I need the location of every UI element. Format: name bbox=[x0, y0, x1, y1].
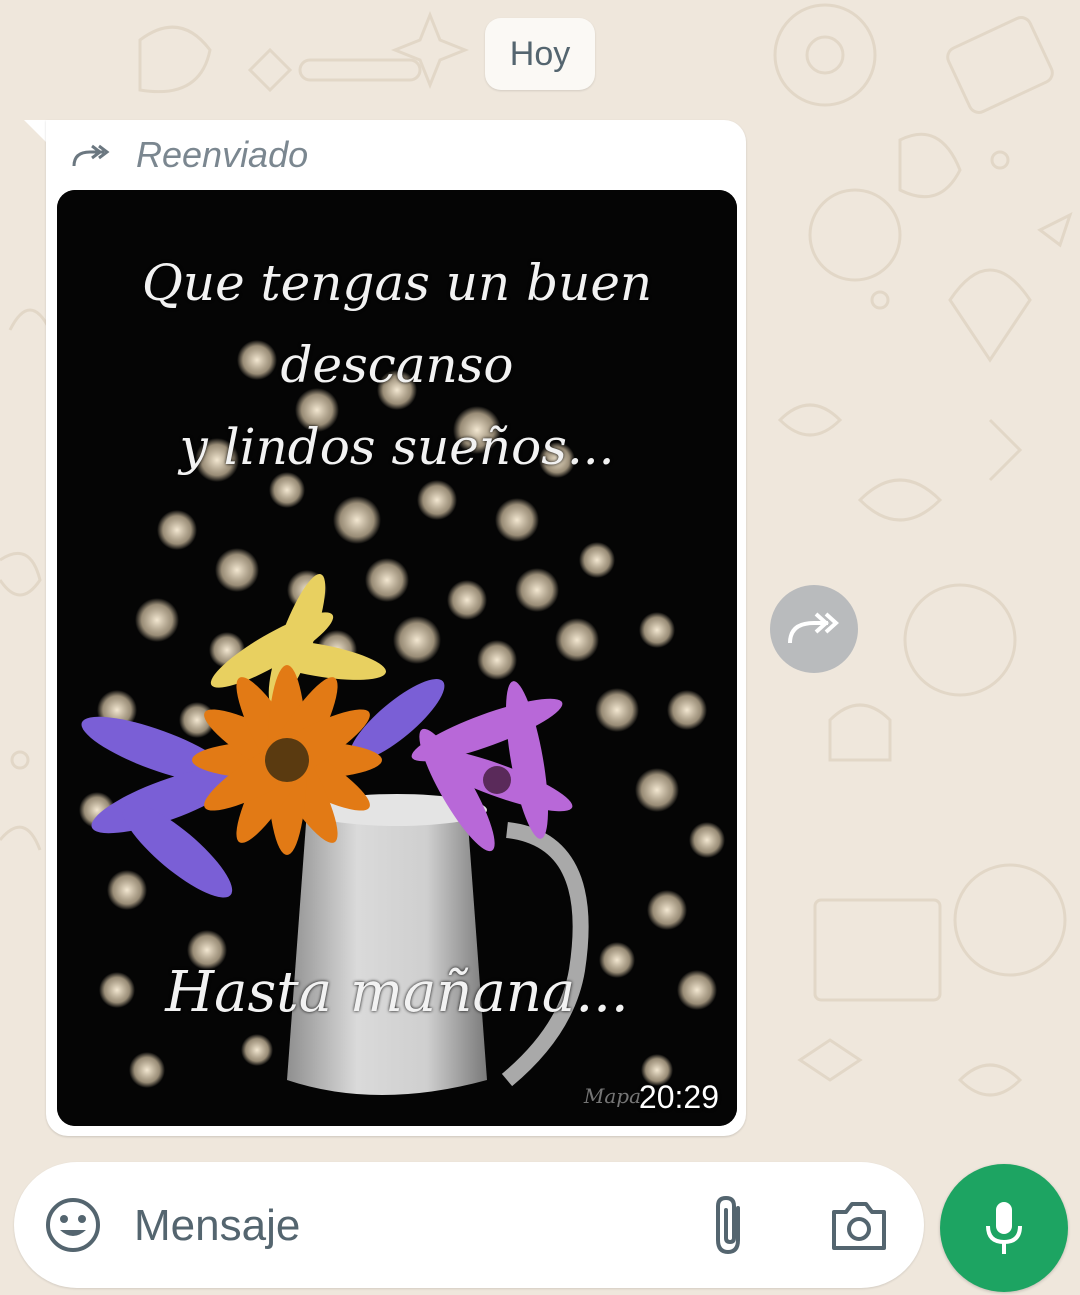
image-caption-bottom: Hasta mañana... bbox=[165, 960, 629, 1025]
image-caption-top: Que tengas un buen descanso y lindos sue… bbox=[57, 242, 737, 488]
forward-share-button[interactable] bbox=[770, 585, 858, 673]
message-image[interactable]: Que tengas un buen descanso y lindos sue… bbox=[57, 190, 737, 1126]
forwarded-label: Reenviado bbox=[136, 134, 309, 175]
paperclip-icon[interactable] bbox=[704, 1194, 760, 1256]
image-watermark: Mapa bbox=[583, 1084, 641, 1108]
date-separator: Hoy bbox=[485, 18, 595, 90]
message-input[interactable] bbox=[132, 1190, 676, 1262]
caption-line: descanso bbox=[280, 336, 514, 394]
emoji-smile-icon[interactable] bbox=[44, 1196, 102, 1254]
forwarded-indicator: Reenviado bbox=[72, 132, 308, 178]
message-time: 20:29 bbox=[638, 1079, 719, 1115]
message-composer bbox=[14, 1162, 924, 1288]
camera-icon[interactable] bbox=[828, 1198, 890, 1254]
caption-line: y lindos sueños... bbox=[179, 418, 615, 476]
caption-line: Que tengas un buen bbox=[141, 254, 653, 312]
microphone-icon bbox=[986, 1202, 1022, 1254]
voice-record-button[interactable] bbox=[940, 1164, 1068, 1292]
forward-share-icon bbox=[788, 612, 839, 644]
forward-double-arrow-icon bbox=[72, 144, 110, 167]
